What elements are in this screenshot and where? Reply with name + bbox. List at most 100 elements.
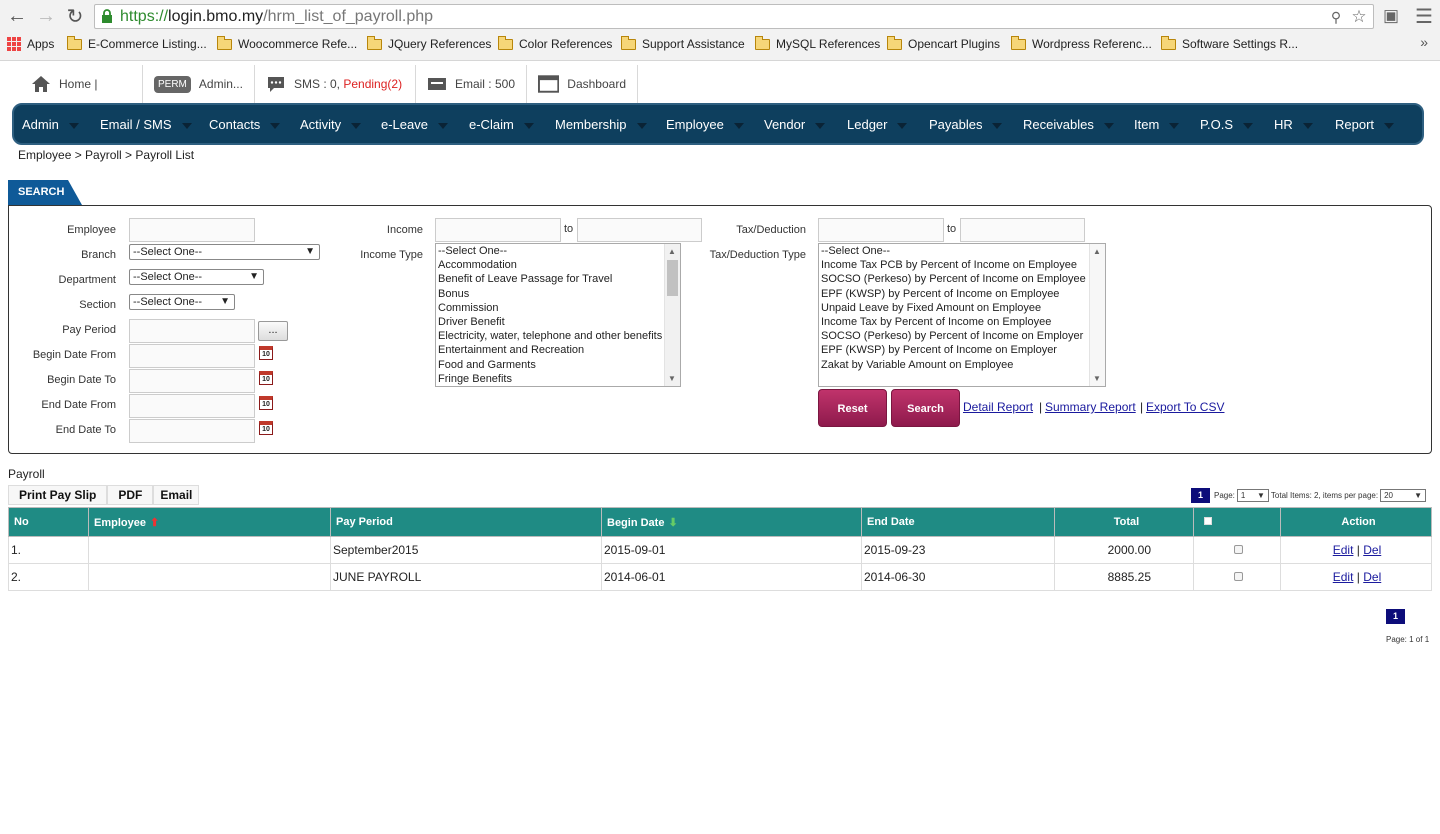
col-select-all[interactable] [1193, 507, 1281, 537]
detail-report-link[interactable]: Detail Report [963, 400, 1033, 414]
nav-receivables[interactable]: Receivables [1023, 117, 1114, 132]
nav-membership[interactable]: Membership [555, 117, 647, 132]
income-to-input[interactable] [577, 218, 702, 242]
reload-icon[interactable]: ↻ [64, 5, 86, 28]
tax-to-input[interactable] [960, 218, 1085, 242]
url-bar[interactable]: https://login.bmo.my/hrm_list_of_payroll… [94, 4, 1374, 29]
key-icon[interactable]: ⚲ [1325, 6, 1347, 28]
nav-email-sms[interactable]: Email / SMS [100, 117, 192, 132]
bookmark-color[interactable]: Color References [498, 35, 612, 52]
nav-eleave[interactable]: e-Leave [381, 117, 448, 132]
forward-icon[interactable]: → [35, 5, 57, 27]
income-type-option[interactable]: Benefit of Leave Passage for Travel [436, 272, 680, 286]
col-begin-date[interactable]: Begin Date ⬇ [601, 507, 862, 537]
pdf-button[interactable]: PDF [107, 485, 154, 505]
end-date-to-input[interactable] [129, 419, 255, 443]
items-per-page-select[interactable]: 20 ▼ [1380, 489, 1427, 502]
tax-type-option[interactable]: Zakat by Variable Amount on Employee [819, 358, 1105, 372]
scrollbar[interactable]: ▲ ▼ [664, 244, 680, 386]
calendar-icon[interactable]: 10 [259, 421, 273, 435]
calendar-icon[interactable]: 10 [259, 371, 273, 385]
delete-link[interactable]: Del [1363, 543, 1381, 557]
tax-type-option[interactable]: Income Tax by Percent of Income on Emplo… [819, 315, 1105, 329]
income-type-option[interactable]: Electricity, water, telephone and other … [436, 329, 680, 343]
sort-down-arrow-icon[interactable]: ⬇ [668, 517, 677, 529]
income-type-option[interactable]: Food and Garments [436, 358, 680, 372]
extension-icon[interactable]: ▣ [1380, 5, 1402, 27]
nav-activity[interactable]: Activity [300, 117, 362, 132]
bookmark-mysql[interactable]: MySQL References [755, 35, 880, 52]
back-icon[interactable]: ← [6, 5, 28, 27]
income-from-input[interactable] [435, 218, 561, 242]
page-number-button[interactable]: 1 [1191, 488, 1210, 503]
nav-vendor[interactable]: Vendor [764, 117, 826, 132]
income-type-option[interactable]: --Select One-- [436, 244, 680, 258]
admin-link[interactable]: PERM Admin... [143, 65, 255, 103]
calendar-icon[interactable]: 10 [259, 346, 273, 360]
export-csv-link[interactable]: Export To CSV [1146, 400, 1224, 414]
summary-report-link[interactable]: Summary Report [1045, 400, 1136, 414]
bookmark-opencart[interactable]: Opencart Plugins [887, 35, 1000, 52]
begin-date-to-input[interactable] [129, 369, 255, 393]
bookmark-apps[interactable]: Apps [7, 36, 54, 52]
section-select[interactable]: --Select One-- ▼ [129, 294, 235, 310]
page-select[interactable]: 1 ▼ [1236, 489, 1269, 502]
end-date-from-input[interactable] [129, 394, 255, 418]
tax-type-option[interactable]: Income Tax PCB by Percent of Income on E… [819, 258, 1105, 272]
home-link[interactable]: Home | [20, 65, 143, 103]
employee-input[interactable] [129, 218, 255, 242]
row-checkbox[interactable] [1233, 572, 1243, 581]
pay-period-picker-button[interactable]: ... [258, 321, 288, 341]
row-checkbox[interactable] [1233, 545, 1243, 554]
bookmark-support[interactable]: Support Assistance [621, 35, 745, 52]
email-button[interactable]: Email [153, 485, 200, 505]
star-icon[interactable]: ☆ [1348, 6, 1370, 28]
tax-from-input[interactable] [818, 218, 944, 242]
col-employee[interactable]: Employee ⬆ [88, 507, 331, 537]
bookmark-ecommerce[interactable]: E-Commerce Listing... [67, 35, 207, 52]
scroll-down-icon[interactable]: ▼ [668, 374, 676, 383]
nav-report[interactable]: Report [1335, 117, 1395, 132]
sms-link[interactable]: SMS : 0, Pending(2) [255, 65, 416, 103]
tax-type-option[interactable]: SOCSO (Perkeso) by Percent of Income on … [819, 272, 1105, 286]
nav-pos[interactable]: P.O.S [1200, 117, 1254, 132]
scroll-thumb[interactable] [667, 260, 678, 296]
dashboard-link[interactable]: Dashboard [527, 65, 638, 103]
nav-contacts[interactable]: Contacts [209, 117, 281, 132]
email-link[interactable]: Email : 500 [416, 65, 527, 103]
nav-payables[interactable]: Payables [929, 117, 1003, 132]
select-all-checkbox[interactable] [1204, 517, 1212, 525]
bookmark-software[interactable]: Software Settings R... [1161, 35, 1298, 52]
nav-item[interactable]: Item [1134, 117, 1180, 132]
bookmark-wordpress[interactable]: Wordpress Referenc... [1011, 35, 1152, 52]
tax-type-option[interactable]: --Select One-- [819, 244, 1105, 258]
calendar-icon[interactable]: 10 [259, 396, 273, 410]
begin-date-from-input[interactable] [129, 344, 255, 368]
income-type-list[interactable]: --Select One-- Accommodation Benefit of Le… [435, 243, 681, 387]
bookmark-jquery[interactable]: JQuery References [367, 35, 491, 52]
income-type-option[interactable]: Accommodation [436, 258, 680, 272]
income-type-option[interactable]: Fringe Benefits [436, 372, 680, 386]
bookmark-woocommerce[interactable]: Woocommerce Refe... [217, 35, 357, 52]
tax-type-option[interactable]: Unpaid Leave by Fixed Amount on Employee [819, 301, 1105, 315]
reset-button[interactable]: Reset [818, 389, 887, 427]
tax-type-option[interactable]: EPF (KWSP) by Percent of Income on Emplo… [819, 343, 1105, 357]
tax-type-option[interactable]: EPF (KWSP) by Percent of Income on Emplo… [819, 287, 1105, 301]
search-button[interactable]: Search [891, 389, 960, 427]
print-pay-slip-button[interactable]: Print Pay Slip [8, 485, 108, 505]
tax-type-list[interactable]: --Select One-- Income Tax PCB by Percent … [818, 243, 1106, 387]
nav-ledger[interactable]: Ledger [847, 117, 908, 132]
bottom-page-number-button[interactable]: 1 [1386, 609, 1405, 624]
edit-link[interactable]: Edit [1333, 543, 1354, 557]
income-type-option[interactable]: Driver Benefit [436, 315, 680, 329]
scroll-up-icon[interactable]: ▲ [1093, 247, 1101, 256]
sort-up-arrow-icon[interactable]: ⬆ [150, 517, 159, 529]
income-type-option[interactable]: Entertainment and Recreation [436, 343, 680, 357]
nav-hr[interactable]: HR [1274, 117, 1313, 132]
department-select[interactable]: --Select One-- ▼ [129, 269, 264, 285]
scroll-down-icon[interactable]: ▼ [1093, 374, 1101, 383]
branch-select[interactable]: --Select One-- ▼ [129, 244, 320, 260]
income-type-option[interactable]: Commission [436, 301, 680, 315]
more-bookmarks-icon[interactable]: » [1420, 34, 1428, 50]
pay-period-input[interactable] [129, 319, 255, 343]
